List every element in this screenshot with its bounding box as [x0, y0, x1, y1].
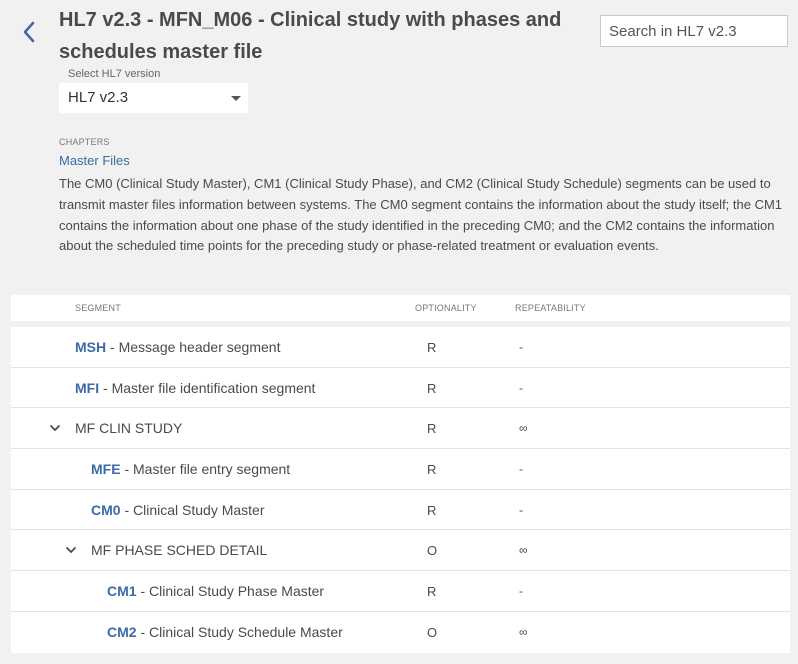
segment-link[interactable]: MFI [75, 380, 99, 396]
segment-name: Clinical Study Master [133, 501, 265, 518]
optionality-cell: O [427, 543, 438, 559]
segment-separator: - [136, 583, 150, 600]
segment-separator: - [120, 461, 134, 478]
table-row: MFI - Master file identification segment… [11, 368, 790, 409]
group-name: MF PHASE SCHED DETAIL [91, 542, 268, 559]
page-title: HL7 v2.3 - MFN_M06 - Clinical study with… [59, 9, 562, 63]
repeatability-cell: - [519, 340, 523, 354]
optionality-cell: R [427, 421, 437, 437]
table-row-group[interactable]: MF PHASE SCHED DETAIL O ∞ [11, 530, 790, 572]
page: HL7 v2.3 - MFN_M06 - Clinical study with… [0, 0, 798, 664]
table-row: CM2 - Clinical Study Schedule Master O ∞ [11, 612, 790, 653]
version-select-label: Select HL7 version [68, 68, 161, 80]
table-header: SEGMENT OPTIONALITY REPEATABILITY [11, 295, 790, 321]
repeatability-cell: - [519, 502, 523, 517]
repeatability-cell: ∞ [519, 624, 528, 639]
search-input[interactable] [600, 15, 788, 47]
optionality-cell: R [427, 340, 437, 355]
segment-link[interactable]: CM0 [91, 502, 121, 518]
segment-name: Master file entry segment [133, 461, 291, 478]
table-row: MFE - Master file entry segment R - [11, 449, 790, 490]
header-repeatability: REPEATABILITY [515, 303, 586, 313]
group-name: MF CLIN STUDY [75, 420, 183, 437]
repeatability-cell: - [519, 584, 523, 599]
chapter-link-master-files[interactable]: Master Files [59, 153, 130, 168]
chevron-down-icon[interactable] [49, 422, 61, 434]
segment-name: Clinical Study Phase Master [149, 583, 325, 600]
chapter-description: The CM0 (Clinical Study Master), CM1 (Cl… [59, 176, 783, 254]
segment-link[interactable]: CM1 [107, 583, 137, 599]
segment-table: MSH - Message header segment R - MFI - M… [11, 327, 790, 653]
optionality-cell: O [427, 624, 438, 640]
table-row: MSH - Message header segment R - [11, 327, 790, 368]
table-row: CM1 - Clinical Study Phase Master R - [11, 571, 790, 612]
chevron-down-icon[interactable] [65, 544, 77, 556]
header-optionality: OPTIONALITY [415, 303, 477, 313]
segment-cell: MSH - Message header segment [75, 339, 280, 355]
version-select-value: HL7 v2.3 [68, 89, 129, 106]
repeatability-cell: - [519, 462, 523, 477]
segment-name: Clinical Study Schedule Master [149, 623, 343, 640]
segment-cell: CM2 - Clinical Study Schedule Master [107, 624, 343, 640]
segment-cell: CM1 - Clinical Study Phase Master [107, 583, 324, 599]
header-segment: SEGMENT [75, 303, 121, 313]
segment-separator: - [99, 379, 112, 396]
optionality-cell: R [427, 584, 437, 600]
table-row-group[interactable]: MF CLIN STUDY R ∞ [11, 408, 790, 450]
optionality-cell: R [427, 502, 437, 518]
caret-down-icon [231, 96, 241, 101]
optionality-cell: R [427, 462, 437, 478]
segment-link[interactable]: MSH [75, 339, 106, 355]
repeatability-cell: ∞ [519, 421, 528, 436]
segment-cell: MFI - Master file identification segment [75, 380, 315, 396]
back-button[interactable] [18, 18, 42, 46]
chapters-label: CHAPTERS [59, 137, 110, 147]
repeatability-cell: ∞ [519, 543, 528, 558]
segment-name: Message header segment [118, 339, 281, 355]
segment-link[interactable]: CM2 [107, 624, 137, 640]
segment-cell: MFE - Master file entry segment [91, 461, 290, 477]
segment-separator: - [136, 623, 150, 640]
segment-link[interactable]: MFE [91, 461, 121, 477]
segment-name: Master file identification segment [111, 379, 316, 396]
segment-separator: - [120, 501, 134, 518]
segment-cell: CM0 - Clinical Study Master [91, 502, 265, 518]
repeatability-cell: - [519, 380, 523, 395]
chevron-left-icon [23, 21, 35, 43]
table-row: CM0 - Clinical Study Master R - [11, 490, 790, 531]
segment-separator: - [106, 339, 119, 355]
version-select[interactable]: HL7 v2.3 [59, 83, 248, 113]
optionality-cell: R [427, 380, 437, 396]
